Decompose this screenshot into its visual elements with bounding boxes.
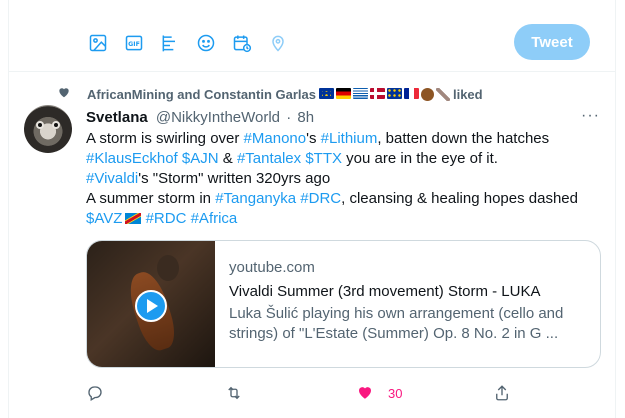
link-card[interactable]: youtube.com Vivaldi Summer (3rd movement… (86, 240, 601, 368)
image-icon[interactable] (87, 32, 109, 54)
schedule-icon[interactable] (231, 32, 253, 54)
social-context-suffix: liked (452, 86, 483, 102)
germany-flag-icon (335, 87, 351, 99)
like-button[interactable]: 30 (356, 383, 402, 403)
retweet-icon[interactable] (224, 383, 244, 403)
tweet-article[interactable]: AfricanMining and Constantin Garlas like… (9, 73, 615, 418)
france-flag-icon (403, 87, 419, 99)
thumbnail-performer (157, 255, 179, 281)
emoji-icon[interactable] (195, 32, 217, 54)
timestamp[interactable]: 8h (297, 109, 314, 126)
tweet-line: $AVZ #RDC #Africa (86, 209, 601, 229)
hashtag-link[interactable]: $AVZ (86, 210, 122, 227)
fist-icon (420, 87, 434, 101)
tweet-text-segment: 's (306, 130, 321, 147)
tweet-text-segment: you are in the eye of it. (342, 150, 498, 167)
greece-flag-icon (352, 87, 368, 99)
hashtag-link[interactable]: #Tantalex (237, 150, 301, 167)
drc-flag-icon (125, 213, 142, 224)
like-count: 30 (388, 385, 403, 401)
tweet-text-segment: , batten down the hatches (377, 130, 550, 147)
hashtag-link[interactable]: #Manono (244, 130, 307, 147)
social-context-flags (318, 87, 450, 101)
hashtag-link[interactable]: $AJN (182, 150, 219, 167)
card-domain: youtube.com (229, 259, 315, 276)
tweet-text-segment: A summer storm in (86, 190, 216, 207)
hashtag-link[interactable]: #RDC (146, 210, 187, 227)
share-icon[interactable] (493, 383, 511, 403)
tweet-line: A summer storm in #Tanganyka #DRC, clean… (86, 189, 601, 209)
tweet-line: #KlausEckhof $AJN & #Tantalex $TTX you a… (86, 149, 601, 169)
tweet-header: Svetlana @NikkyIntheWorld · 8h (86, 109, 314, 126)
feather-icon (435, 87, 450, 101)
tweet-text-segment: 's "Storm" written 320yrs ago (138, 170, 331, 187)
tweet-line: #Vivaldi's "Storm" written 320yrs ago (86, 169, 601, 189)
hashtag-link[interactable]: $TTX (305, 150, 342, 167)
play-icon[interactable] (135, 290, 167, 322)
author-handle[interactable]: @NikkyIntheWorld (156, 109, 280, 126)
social-context-names[interactable]: AfricanMining and Constantin Garlas (87, 87, 316, 102)
tweet-line: A storm is swirling over #Manono's #Lith… (86, 129, 601, 149)
norway-flag-icon (369, 87, 385, 99)
tweet-actions: 30 (86, 383, 601, 403)
gif-icon[interactable]: GIF (123, 32, 145, 54)
gif-label: GIF (128, 41, 140, 48)
card-title: Vivaldi Summer (3rd movement) Storm - LU… (229, 283, 541, 300)
tweet-text-segment: A storm is swirling over (86, 130, 244, 147)
separator: · (286, 109, 292, 126)
card-text: youtube.com Vivaldi Summer (3rd movement… (229, 258, 589, 344)
hashtag-link[interactable]: #DRC (300, 190, 341, 207)
hashtag-link[interactable]: #KlausEckhof (86, 150, 178, 167)
card-description: Luka Šulić playing his own arrangement (… (229, 305, 564, 342)
poll-icon[interactable] (159, 32, 181, 54)
composer-toolbar: GIF Tweet (9, 0, 615, 72)
avatar[interactable] (24, 105, 72, 153)
hashtag-link[interactable]: #Lithium (321, 130, 378, 147)
hashtag-link[interactable]: #Tanganyka (215, 190, 296, 207)
tweet-text-segment: & (218, 150, 237, 167)
more-options-icon[interactable]: ··· (581, 107, 600, 125)
timeline-column: GIF Tweet AfricanMining and Constantin G… (8, 0, 616, 418)
tweet-button[interactable]: Tweet (514, 24, 590, 60)
tweet-text-segment: , cleansing & healing hopes dashed (341, 190, 578, 207)
hashtag-link[interactable]: #Africa (191, 210, 238, 227)
social-context[interactable]: AfricanMining and Constantin Garlas like… (59, 84, 483, 104)
location-icon[interactable] (267, 32, 289, 54)
eu-flag-icon (386, 87, 402, 99)
tweet-text: A storm is swirling over #Manono's #Lith… (86, 129, 601, 229)
reply-icon[interactable] (86, 383, 104, 403)
eu-flag-icon (318, 87, 334, 99)
hashtag-link[interactable]: #Vivaldi (86, 170, 138, 187)
author-name[interactable]: Svetlana (86, 109, 148, 126)
video-thumbnail[interactable] (87, 241, 215, 367)
heart-filled-icon (356, 383, 374, 404)
